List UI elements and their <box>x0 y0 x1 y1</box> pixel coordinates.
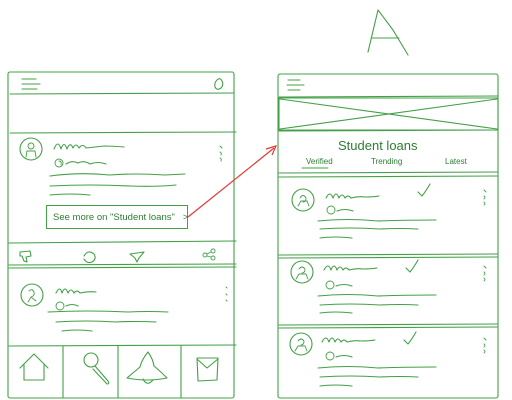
tab-latest[interactable]: Latest <box>445 157 467 166</box>
see-more-label: See more on "Student loans" <box>53 211 175 223</box>
feed-card <box>291 183 487 239</box>
screen-a-label-glyph <box>367 9 409 56</box>
menu-icon[interactable] <box>21 78 41 90</box>
left-phone <box>7 71 237 399</box>
verified-check-icon <box>403 331 417 345</box>
more-options-icon[interactable] <box>483 337 487 354</box>
navigation-arrow <box>187 145 278 218</box>
feed-title: Student loans <box>338 138 418 153</box>
messages-icon[interactable] <box>196 357 219 382</box>
profile-icon[interactable] <box>214 78 224 90</box>
feed-card <box>289 331 487 387</box>
notifications-icon[interactable] <box>126 351 168 384</box>
tab-trending[interactable]: Trending <box>371 157 402 166</box>
more-options-icon[interactable] <box>483 265 487 282</box>
verified-check-icon <box>417 183 431 197</box>
feed-card <box>290 259 487 314</box>
image-placeholder <box>278 97 499 131</box>
home-icon[interactable] <box>19 353 49 381</box>
more-options-icon[interactable] <box>219 145 223 162</box>
search-icon[interactable] <box>83 352 110 385</box>
tab-verified[interactable]: Verified <box>306 157 333 166</box>
post-card <box>19 137 223 196</box>
right-phone <box>277 73 499 399</box>
refresh-icon[interactable] <box>83 251 96 264</box>
heart-icon[interactable] <box>129 251 145 263</box>
see-more-button[interactable]: See more on "Student loans" > <box>46 205 188 229</box>
more-options-icon[interactable] <box>483 189 487 206</box>
post-card <box>20 283 228 332</box>
menu-icon[interactable] <box>286 79 305 91</box>
thumbs-down-icon[interactable] <box>19 250 32 263</box>
avatar <box>19 137 43 161</box>
share-icon[interactable] <box>202 248 216 261</box>
verified-check-icon <box>405 259 419 273</box>
avatar <box>20 283 44 307</box>
more-options-icon[interactable] <box>225 286 228 302</box>
chevron-right-icon: > <box>182 211 189 223</box>
wireframe-sketch <box>7 9 499 399</box>
